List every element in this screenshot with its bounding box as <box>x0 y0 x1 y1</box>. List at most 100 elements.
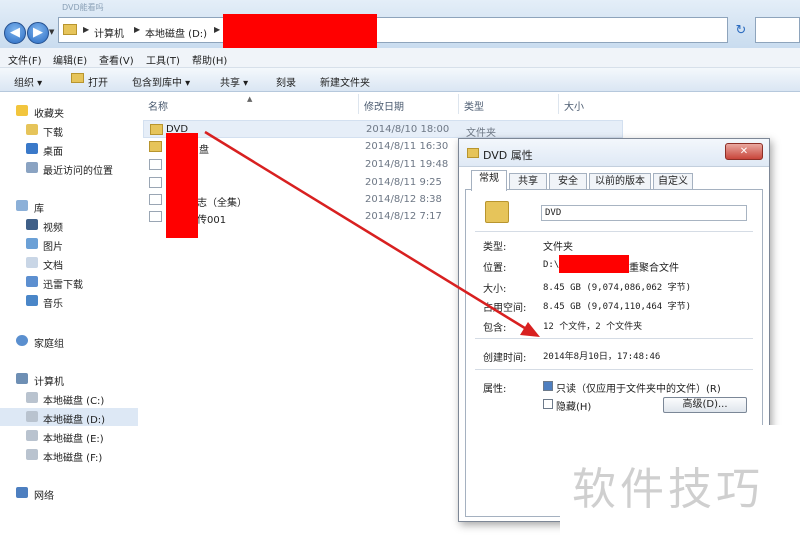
nav-libraries[interactable]: 库 <box>0 197 138 215</box>
organize-button[interactable]: 组织 ▾ <box>14 74 42 89</box>
folder-name-field[interactable]: DVD <box>541 205 747 221</box>
column-divider[interactable] <box>358 94 359 114</box>
nav-item-xunlei[interactable]: 迅雷下载 <box>0 273 138 291</box>
file-type: 文件夹 <box>466 128 496 139</box>
tab-sharing[interactable]: 共享 <box>509 173 547 190</box>
size-label: 大小: <box>483 284 507 295</box>
nav-label: 家庭组 <box>34 339 64 350</box>
forward-button[interactable]: ▶ <box>27 22 49 44</box>
breadcrumb-computer[interactable]: 计算机 <box>94 25 124 40</box>
nav-item-recent[interactable]: 最近访问的位置 <box>0 159 138 177</box>
folder-icon <box>467 148 479 158</box>
dialog-titlebar: DVD 属性 ✕ <box>459 139 769 167</box>
close-button[interactable]: ✕ <box>725 143 763 160</box>
nav-label: 本地磁盘 (C:) <box>43 396 105 407</box>
menu-help[interactable]: 帮助(H) <box>192 52 227 67</box>
contains-label: 包含: <box>483 323 507 334</box>
column-name[interactable]: 名称 <box>148 98 168 113</box>
size-on-disk-value: 8.45 GB (9,074,110,464 字节) <box>543 302 692 312</box>
recent-places-icon <box>26 162 38 173</box>
breadcrumb-separator-icon[interactable]: ▶ <box>83 25 89 34</box>
readonly-label: 只读（仅应用于文件夹中的文件）(R) <box>556 384 721 395</box>
nav-label: 迅雷下载 <box>43 280 83 291</box>
hidden-label: 隐藏(H) <box>556 402 592 413</box>
folder-icon <box>149 141 162 152</box>
burn-button[interactable]: 刻录 <box>276 74 296 89</box>
refresh-icon[interactable]: ↻ <box>731 21 751 41</box>
address-bar[interactable]: ▶ 计算机 ▶ 本地磁盘 (D:) ▶ <box>58 14 728 48</box>
column-divider[interactable] <box>458 94 459 114</box>
window-titlebar: DVD能看吗 ◀ ▶ ▼ ▶ 计算机 ▶ 本地磁盘 (D:) ▶ ↻ <box>0 0 800 48</box>
nav-drive-e[interactable]: 本地磁盘 (E:) <box>0 427 138 445</box>
nav-drive-d[interactable]: 本地磁盘 (D:) <box>0 408 138 426</box>
nav-item-desktop[interactable]: 桌面 <box>0 140 138 158</box>
drive-icon <box>26 430 38 441</box>
breadcrumb-drive-d[interactable]: 本地磁盘 (D:) <box>145 25 207 40</box>
recent-pages-dropdown-icon[interactable]: ▼ <box>49 28 54 36</box>
redaction-block <box>559 255 629 273</box>
nav-drive-f[interactable]: 本地磁盘 (F:) <box>0 446 138 464</box>
nav-item-music[interactable]: 音乐 <box>0 292 138 310</box>
menu-view[interactable]: 查看(V) <box>99 52 134 67</box>
column-headers: 名称 修改日期 类型 大小 <box>138 92 800 114</box>
nav-homegroup[interactable]: 家庭组 <box>0 332 138 350</box>
open-icon <box>71 73 84 83</box>
documents-icon <box>26 257 38 268</box>
file-icon <box>149 159 162 170</box>
column-date[interactable]: 修改日期 <box>364 98 404 113</box>
file-row-dvd[interactable]: DVD 2014/8/10 18:00 文件夹 <box>143 120 623 139</box>
location-prefix: D:\ <box>543 260 560 270</box>
breadcrumb-separator-icon[interactable]: ▶ <box>214 25 220 34</box>
tab-customize[interactable]: 自定义 <box>653 173 693 190</box>
nav-favorites[interactable]: 收藏夹 <box>0 102 138 120</box>
readonly-checkbox[interactable] <box>543 381 553 391</box>
back-button[interactable]: ◀ <box>4 22 26 44</box>
nav-drive-c[interactable]: 本地磁盘 (C:) <box>0 389 138 407</box>
nav-label: 最近访问的位置 <box>43 166 113 177</box>
nav-label: 本地磁盘 (E:) <box>43 434 104 445</box>
file-date: 2014/8/12 7:17 <box>365 211 442 222</box>
tab-previous-versions[interactable]: 以前的版本 <box>589 173 651 190</box>
size-value: 8.45 GB (9,074,086,062 字节) <box>543 283 692 293</box>
file-date: 2014/8/10 18:00 <box>366 124 450 135</box>
nav-label: 下载 <box>43 128 63 139</box>
tab-general[interactable]: 常规 <box>471 170 507 191</box>
column-divider[interactable] <box>558 94 559 114</box>
file-icon <box>149 194 162 205</box>
column-type[interactable]: 类型 <box>464 98 484 113</box>
new-folder-button[interactable]: 新建文件夹 <box>320 74 370 89</box>
menu-file[interactable]: 文件(F) <box>8 52 42 67</box>
nav-network[interactable]: 网络 <box>0 484 138 502</box>
advanced-button[interactable]: 高级(D)... <box>663 397 747 413</box>
nav-item-videos[interactable]: 视频 <box>0 216 138 234</box>
nav-item-documents[interactable]: 文档 <box>0 254 138 272</box>
music-icon <box>26 295 38 306</box>
breadcrumb-separator-icon[interactable]: ▶ <box>134 25 140 34</box>
menu-tools[interactable]: 工具(T) <box>146 52 180 67</box>
file-icon <box>149 177 162 188</box>
hidden-checkbox[interactable] <box>543 399 553 409</box>
drive-icon <box>26 411 38 422</box>
nav-label: 收藏夹 <box>34 109 64 120</box>
include-in-library-button[interactable]: 包含到库中 ▾ <box>132 74 190 89</box>
search-input[interactable] <box>755 17 800 43</box>
xunlei-download-icon <box>26 276 38 287</box>
contains-value: 12 个文件，2 个文件夹 <box>543 322 643 332</box>
nav-item-pictures[interactable]: 图片 <box>0 235 138 253</box>
share-button[interactable]: 共享 ▾ <box>220 74 248 89</box>
nav-computer[interactable]: 计算机 <box>0 370 138 388</box>
tab-security[interactable]: 安全 <box>549 173 587 190</box>
created-label: 创建时间: <box>483 353 527 364</box>
column-size[interactable]: 大小 <box>564 98 584 113</box>
nav-label: 文档 <box>43 261 63 272</box>
watermark-text: 软件技巧 <box>572 464 764 515</box>
drive-icon <box>26 449 38 460</box>
file-date: 2014/8/12 8:38 <box>365 194 442 205</box>
nav-label: 本地磁盘 (F:) <box>43 453 103 464</box>
open-button[interactable]: 打开 <box>88 74 108 89</box>
nav-label: 库 <box>34 204 44 215</box>
folder-icon <box>485 201 509 223</box>
menu-edit[interactable]: 编辑(E) <box>53 52 87 67</box>
divider <box>475 338 753 339</box>
nav-item-downloads[interactable]: 下载 <box>0 121 138 139</box>
